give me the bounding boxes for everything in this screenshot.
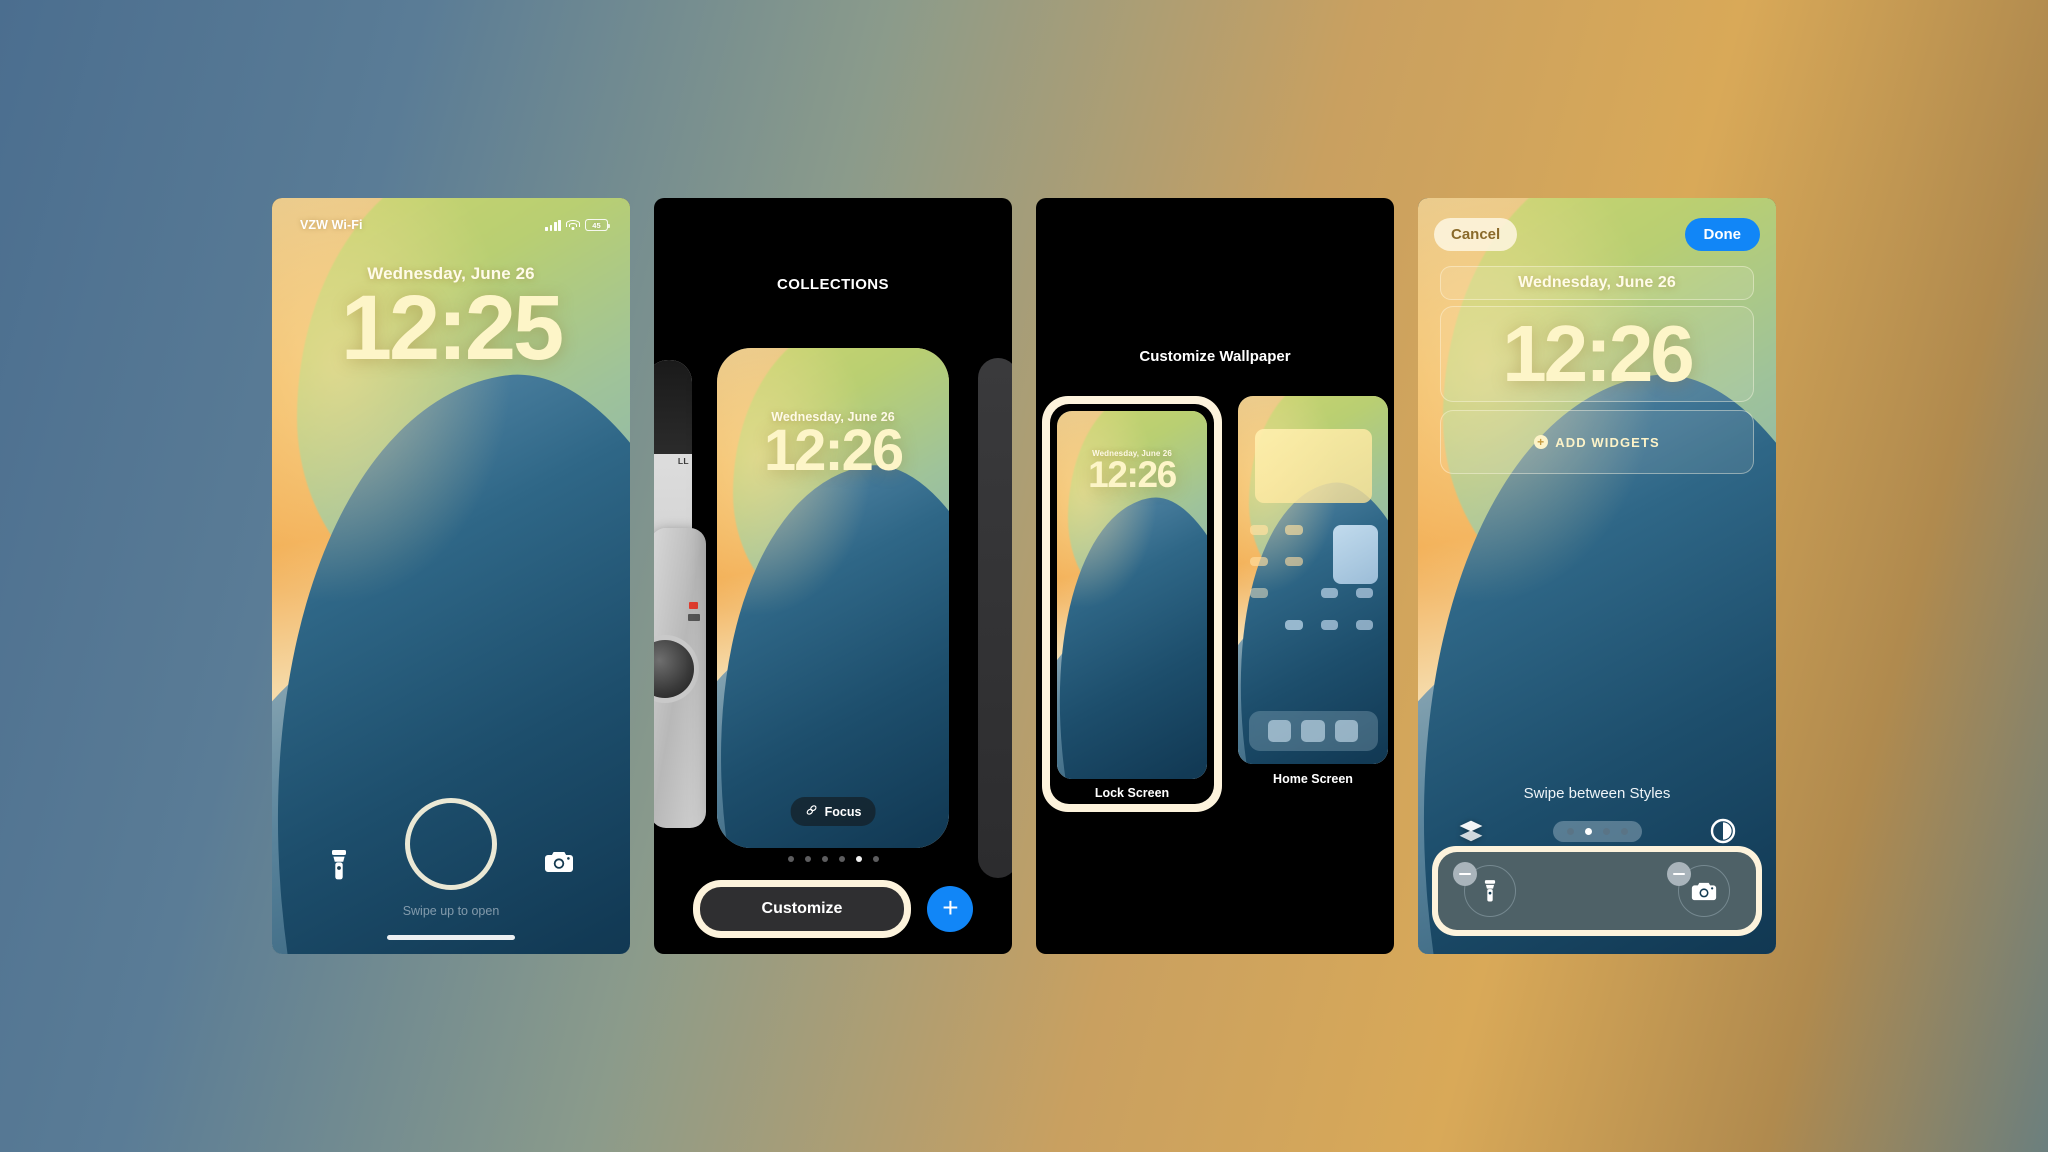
customize-highlight-ring: Customize (692, 880, 912, 938)
home-widget-large (1254, 429, 1372, 503)
lock-screen-option-highlight: Wednesday, June 26 12:26 Lock Screen (1042, 396, 1222, 812)
minus-icon[interactable] (1453, 862, 1477, 886)
camera-widget-slot[interactable] (1667, 862, 1730, 917)
focus-link-icon (805, 803, 819, 820)
phone-panel-customize-wallpaper: Customize Wallpaper Wednesday, June 26 1… (1036, 198, 1394, 954)
editor-time: 12:26 (1502, 309, 1695, 399)
status-bar: VZW Wi-Fi 45 (272, 198, 630, 238)
home-dock (1248, 710, 1378, 752)
customize-button[interactable]: Customize (699, 887, 905, 931)
lock-time: 12:25 (340, 277, 564, 379)
customize-wallpaper-title: Customize Wallpaper (1139, 348, 1291, 365)
contrast-icon[interactable] (1710, 818, 1736, 844)
cellular-signal-icon (545, 219, 561, 231)
home-screen-caption: Home Screen (1273, 772, 1353, 786)
battery-icon: 45 (585, 219, 610, 231)
circle-plus-icon: + (1534, 435, 1549, 449)
gallery-peek-card-right[interactable] (978, 358, 1012, 878)
home-screen-option[interactable]: Home Screen (1238, 396, 1388, 812)
widget-row-highlight-ring (1432, 846, 1762, 936)
wallpaper-card-selected[interactable]: Wednesday, June 26 12:26 Focus (717, 348, 949, 848)
style-page-dots[interactable] (1552, 820, 1642, 842)
collections-header: COLLECTIONS (777, 276, 889, 293)
focus-label: Focus (824, 804, 862, 819)
preview-chooser: Wednesday, June 26 12:26 Lock Screen Hom… (1036, 396, 1394, 812)
phone-panel-lock-screen: VZW Wi-Fi 45 Wednesday, June 26 12:25 Sw… (272, 198, 630, 954)
lock-bottom-controls (272, 850, 630, 880)
gallery-action-row: Customize + (654, 880, 1012, 938)
time-widget-slot[interactable]: 12:26 (1440, 306, 1754, 402)
focus-button[interactable]: Focus (790, 797, 876, 826)
phone-panel-lock-screen-editor: Cancel Done Wednesday, June 26 12:26 + A… (1418, 198, 1776, 954)
peek-card-label: LL (677, 456, 689, 466)
gallery-page-dots[interactable] (654, 856, 1012, 862)
gallery-peek-photo-left[interactable] (654, 528, 706, 828)
phone-panel-wallpaper-gallery: COLLECTIONS LL Wednesday, June 26 12:26 (654, 198, 1012, 954)
swipe-styles-hint: Swipe between Styles (1523, 785, 1671, 802)
add-wallpaper-button[interactable]: + (927, 886, 974, 932)
done-button[interactable]: Done (1684, 218, 1760, 251)
style-control-row (1418, 818, 1776, 844)
add-widgets-label: ADD WIDGETS (1555, 434, 1660, 450)
lock-screen-preview[interactable]: Wednesday, June 26 12:26 (1057, 411, 1207, 779)
layers-icon[interactable] (1458, 819, 1484, 843)
panel-row: VZW Wi-Fi 45 Wednesday, June 26 12:25 Sw… (0, 0, 2048, 1152)
flashlight-icon (1482, 879, 1498, 903)
flashlight-widget-slot[interactable] (1453, 862, 1516, 917)
add-widgets-button[interactable]: + ADD WIDGETS (1440, 410, 1754, 474)
wifi-icon (566, 219, 580, 231)
home-screen-preview[interactable] (1238, 396, 1388, 764)
preview-time: 12:26 (1088, 454, 1177, 495)
home-icon-grid (1250, 524, 1376, 702)
status-carrier: VZW Wi-Fi (300, 218, 363, 232)
flashlight-icon[interactable] (328, 850, 350, 880)
date-widget-slot[interactable]: Wednesday, June 26 (1440, 266, 1754, 300)
editor-date: Wednesday, June 26 (1518, 274, 1676, 291)
bottom-widget-row[interactable] (1438, 852, 1756, 930)
cancel-button[interactable]: Cancel (1434, 218, 1518, 251)
card-time: 12:26 (763, 418, 904, 483)
swipe-up-hint: Swipe up to open (402, 904, 500, 918)
editor-top-bar: Cancel Done (1418, 218, 1776, 251)
lock-screen-caption: Lock Screen (1094, 786, 1170, 800)
home-indicator[interactable] (387, 935, 515, 940)
battery-level: 45 (592, 220, 601, 230)
camera-icon[interactable] (544, 850, 574, 880)
minus-icon[interactable] (1667, 862, 1691, 886)
clock-block: Wednesday, June 26 12:25 (272, 264, 630, 379)
camera-icon (1691, 881, 1717, 902)
